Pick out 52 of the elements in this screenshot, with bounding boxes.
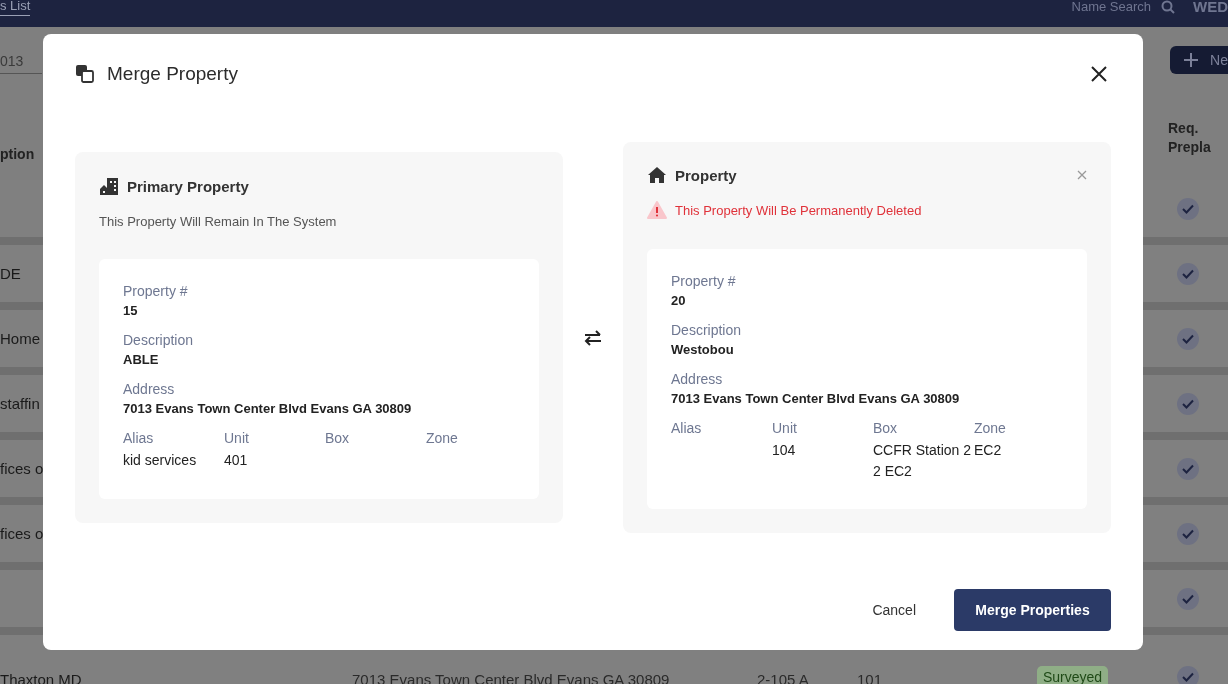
field-label: Property # <box>671 273 737 290</box>
filter-field[interactable]: 013 <box>0 48 42 74</box>
plus-icon <box>1184 53 1199 67</box>
house-icon <box>647 166 667 185</box>
warning-icon <box>647 201 667 220</box>
table-cell: DE <box>0 265 21 282</box>
field-label: Unit <box>224 430 250 447</box>
field-value: 7013 Evans Town Center Blvd Evans GA 30809 <box>671 391 961 407</box>
column-header: Req. Prepla <box>1168 118 1212 158</box>
card-title: Property <box>675 166 737 184</box>
field-value: 401 <box>224 451 249 471</box>
card-title: Primary Property <box>127 177 249 195</box>
field-label: Box <box>325 430 351 447</box>
field-label: Address <box>123 381 176 398</box>
field-label: Description <box>123 332 195 349</box>
building-icon <box>99 176 119 197</box>
field-label: Description <box>671 322 743 339</box>
status-badge: Surveyed <box>1037 666 1109 684</box>
table-cell: staffin <box>0 395 40 412</box>
field-value: ABLE <box>123 352 160 368</box>
field-value: Westobou <box>671 342 735 358</box>
field-value: 104 <box>772 441 797 461</box>
table-cell: Home <box>0 330 40 347</box>
merge-icon <box>75 64 95 84</box>
field-label: Alias <box>123 430 155 447</box>
user-name[interactable]: WED <box>1193 0 1228 15</box>
field-value: kid services <box>123 451 198 471</box>
cancel-button[interactable]: Cancel <box>872 592 916 628</box>
name-search-link[interactable]: Name Search <box>1071 0 1151 14</box>
new-button[interactable]: Ne <box>1170 46 1228 74</box>
table-cell: fices o <box>0 525 44 542</box>
dialog-title: Merge Property <box>107 63 238 85</box>
field-value: EC2 <box>974 441 1003 461</box>
field-label: Unit <box>772 420 798 437</box>
field-value: 15 <box>123 303 139 319</box>
field-label: Box <box>873 420 899 437</box>
swap-icon[interactable] <box>583 328 603 347</box>
field-value: 7013 Evans Town Center Blvd Evans GA 30809 <box>123 401 413 417</box>
nav-tab[interactable]: s List <box>0 0 31 16</box>
field-label: Alias <box>671 420 703 437</box>
merge-button[interactable]: Merge Properties <box>954 589 1111 631</box>
table-cell: fices o <box>0 460 44 477</box>
field-label: Property # <box>123 283 189 300</box>
field-label: Zone <box>974 420 1007 437</box>
warning-text: This Property Will Be Permanently Deleted <box>675 202 922 218</box>
field-label: Zone <box>426 430 459 447</box>
card-subtitle: This Property Will Remain In The System <box>99 214 338 230</box>
field-label: Address <box>671 371 724 388</box>
field-value: CCFR Station 2 2 EC2 <box>873 441 973 481</box>
search-icon[interactable] <box>1161 0 1175 14</box>
column-header: ption <box>0 146 35 164</box>
field-value: 20 <box>671 293 687 309</box>
